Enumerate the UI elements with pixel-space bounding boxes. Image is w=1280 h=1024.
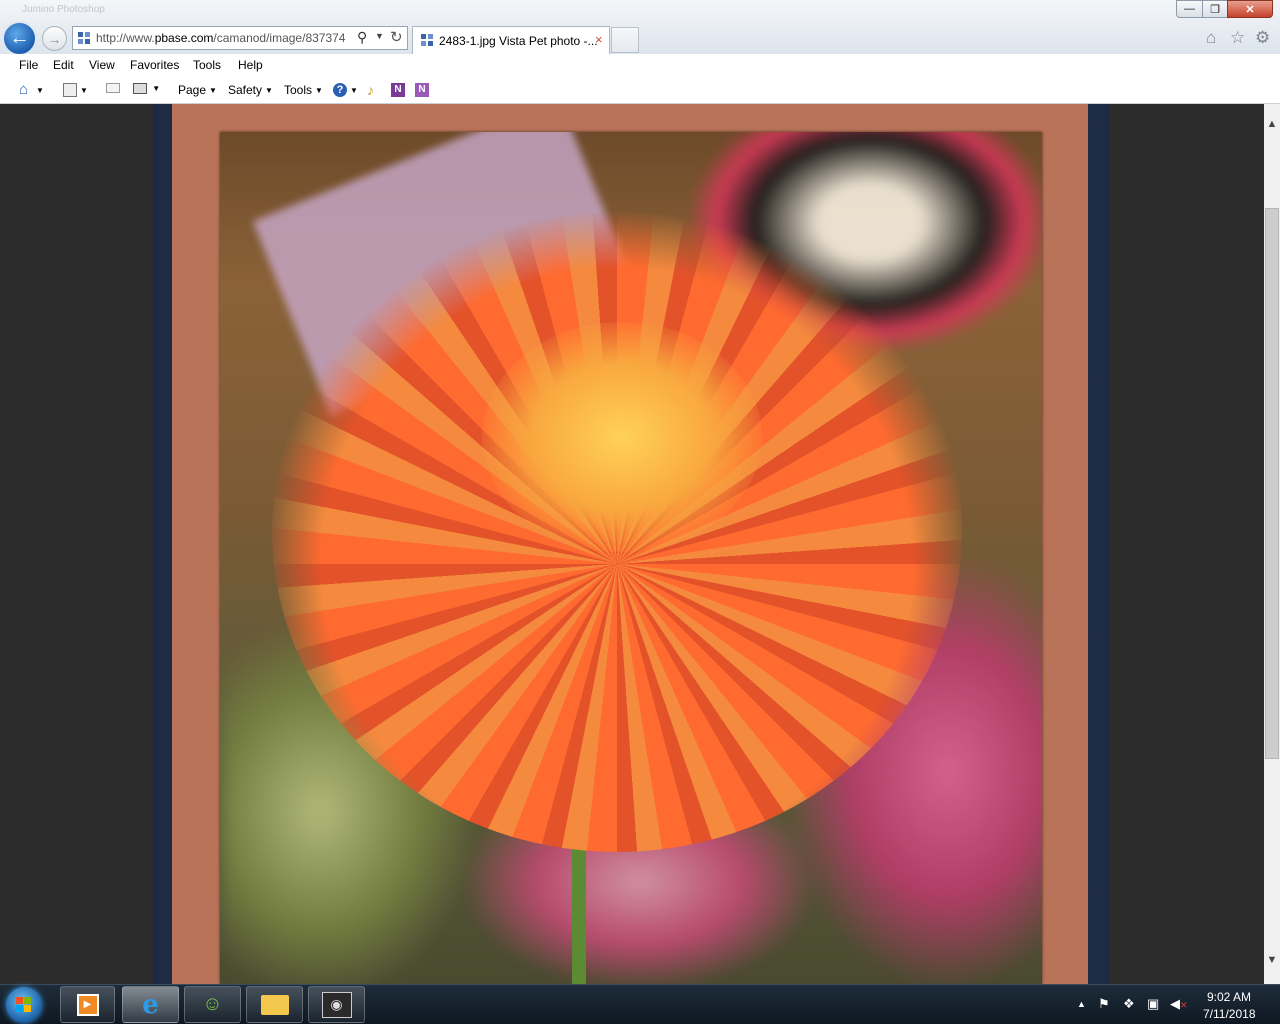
taskbar-internet-explorer[interactable]: e [122,986,179,1023]
mail-icon [106,83,120,93]
research-button[interactable]: ♪ [367,83,381,97]
window-ghost-title: Jumino Photoshop [22,4,105,15]
home-icon[interactable]: ⌂ [1206,28,1216,48]
pbase-tab-favicon-icon [421,34,433,46]
taskbar-media-player[interactable]: ▶ [60,986,115,1023]
print-command-button[interactable]: ▼ [133,83,160,94]
taskbar: ▶ e ☺ ◉ ▲ ⚑ ❖ ▣ ◀✕ 9:02 AM 7/11/2018 [0,984,1280,1024]
tab-title: 2483-1.jpg Vista Pet photo -... [439,34,598,48]
action-center-flag-icon[interactable]: ⚑ [1098,996,1110,1012]
safety-menu-button[interactable]: Safety ▼ [228,83,273,97]
menu-tools[interactable]: Tools [193,58,221,72]
onenote-linked-button[interactable]: N [415,83,429,97]
volume-muted-icon[interactable]: ◀✕ [1170,996,1188,1012]
tab-active[interactable]: 2483-1.jpg Vista Pet photo -... × [412,26,610,54]
people-network-icon: ☺ [202,993,223,1015]
clock-time[interactable]: 9:02 AM [1207,990,1251,1004]
media-player-icon: ▶ [76,993,99,1016]
menu-bar: File Edit View Favorites Tools Help [0,54,1280,78]
onenote-linked-icon: N [415,83,429,97]
home-command-button[interactable]: ⌂ ▼ [19,81,44,98]
home-icon: ⌂ [19,81,29,98]
eye-viewer-icon: ◉ [321,991,352,1018]
dahlia-photo[interactable] [220,132,1042,984]
read-mail-button[interactable] [106,83,120,93]
refresh-icon[interactable]: ↻ [390,28,403,46]
folder-icon [260,994,289,1015]
scroll-down-icon[interactable]: ▼ [1264,954,1280,970]
photo-dahlia-center [482,322,762,552]
menu-view[interactable]: View [89,58,115,72]
page-menu-button[interactable]: Page ▼ [178,83,217,97]
tray-expand-icon[interactable]: ▲ [1077,999,1086,1009]
tools-menu-button[interactable]: Tools ▼ [284,83,323,97]
menu-help[interactable]: Help [238,58,263,72]
dropbox-icon[interactable]: ❖ [1123,996,1135,1012]
windows-logo-icon [16,997,32,1013]
research-icon: ♪ [367,82,374,98]
menu-file[interactable]: File [19,58,38,72]
new-tab-button[interactable] [611,27,639,53]
favorites-star-icon[interactable]: ☆ [1230,28,1245,48]
feeds-command-button[interactable]: ▼ [63,83,88,97]
command-bar: ⌂ ▼ ▼ ▼ Page ▼ Safety ▼ Tools ▼ ? ▼ ♪ N N [0,78,1280,104]
vertical-scrollbar[interactable]: ▲ ▼ [1264,104,1280,984]
taskbar-image-viewer[interactable]: ◉ [308,986,365,1023]
close-window-button[interactable]: ✕ [1227,0,1273,18]
address-bar[interactable]: http://www.pbase.com/camanod/image/83737… [72,26,408,50]
back-arrow-icon: ← [9,27,30,49]
search-icon[interactable]: ⚲ [357,29,367,46]
rss-feed-icon [63,83,77,97]
pbase-favicon-icon [78,32,90,44]
printer-icon [133,83,147,94]
settings-gear-icon[interactable]: ⚙ [1255,28,1270,48]
taskbar-network-app[interactable]: ☺ [184,986,241,1023]
url-text[interactable]: http://www.pbase.com/camanod/image/83737… [96,31,351,45]
help-command-button[interactable]: ? ▼ [333,83,358,97]
address-dropdown-icon[interactable]: ▼ [375,31,384,41]
minimize-button[interactable]: — [1176,0,1203,18]
start-button[interactable] [6,987,42,1023]
clock-date[interactable]: 7/11/2018 [1203,1007,1256,1021]
network-icon[interactable]: ▣ [1147,996,1159,1012]
internet-explorer-icon: e [142,989,159,1020]
menu-favorites[interactable]: Favorites [130,58,179,72]
maximize-button[interactable]: ❐ [1202,0,1228,18]
help-question-icon: ? [333,83,347,97]
menu-edit[interactable]: Edit [53,58,74,72]
tab-close-icon[interactable]: × [595,32,603,47]
forward-button[interactable]: → [42,26,67,51]
back-button[interactable]: ← [2,21,37,56]
scroll-up-icon[interactable]: ▲ [1264,118,1280,134]
onenote-icon: N [391,83,405,97]
scroll-thumb[interactable] [1265,208,1279,759]
forward-arrow-icon: → [47,30,62,47]
page-content [0,104,1264,984]
browser-title-bar: Jumino Photoshop ← → http://www.pbase.co… [0,0,1280,56]
onenote-send-button[interactable]: N [391,83,405,97]
taskbar-file-explorer[interactable] [246,986,303,1023]
